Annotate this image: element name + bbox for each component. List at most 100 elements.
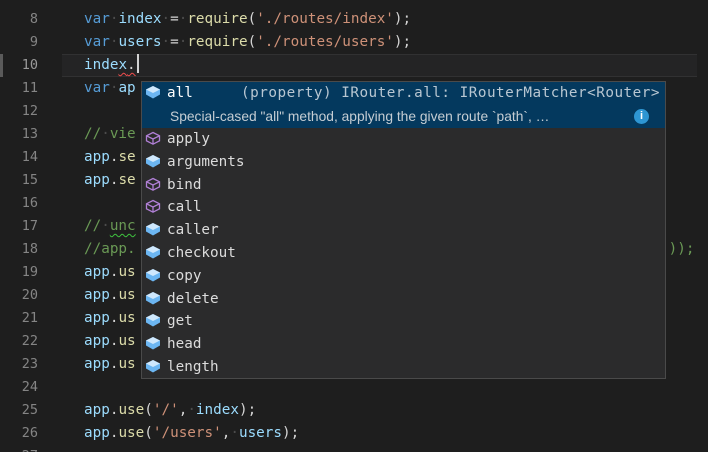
line-number[interactable]: 20 — [0, 284, 62, 307]
code-token: index — [118, 11, 161, 27]
line-number[interactable]: 23 — [0, 353, 62, 376]
field-icon — [145, 291, 161, 307]
code-token: // — [84, 126, 101, 142]
suggestion-doc-row: Special-cased "all" method, applying the… — [142, 105, 665, 128]
line-number[interactable]: 13 — [0, 123, 62, 146]
code-line-content: app.use('/',·index); — [84, 399, 708, 422]
line-number[interactable]: 27 — [0, 445, 62, 452]
code-token: use — [118, 402, 144, 418]
code-token: ); — [394, 11, 411, 27]
line-number[interactable]: 11 — [0, 77, 62, 100]
suggestion-item-apply[interactable]: apply — [142, 128, 665, 151]
code-line-8[interactable]: 8 var·index·=·require('./routes/index'); — [0, 8, 708, 31]
line-number[interactable]: 8 — [0, 8, 62, 31]
code-token: //app. — [84, 241, 136, 257]
code-token: = — [170, 11, 179, 27]
code-token: index — [196, 402, 239, 418]
code-token: ( — [144, 425, 153, 441]
suggestion-item-head[interactable]: head — [142, 333, 665, 356]
suggestion-selected[interactable]: all (property) IRouter.all: IRouterMatch… — [142, 82, 665, 128]
code-token: ( — [248, 34, 257, 50]
code-token: ( — [248, 11, 257, 27]
code-line-26[interactable]: 26 app.use('/users',·users); — [0, 422, 708, 445]
suggestion-label: all — [167, 85, 193, 101]
code-line-24[interactable]: 24 — [0, 376, 708, 399]
code-token: · — [230, 425, 239, 441]
code-token: app — [84, 287, 110, 303]
line-number[interactable]: 7 — [0, 0, 62, 8]
info-icon[interactable]: i — [634, 109, 649, 124]
suggestion-item-arguments[interactable]: arguments — [142, 150, 665, 173]
suggestion-item-caller[interactable]: caller — [142, 219, 665, 242]
code-token: ap — [118, 80, 135, 96]
code-token: var — [84, 34, 110, 50]
code-token: ); — [239, 402, 256, 418]
suggestion-selected-row[interactable]: all (property) IRouter.all: IRouterMatch… — [142, 82, 665, 105]
code-token: x — [118, 57, 127, 73]
code-token: se — [118, 149, 135, 165]
code-token: inde — [84, 57, 118, 73]
code-line-content: index. — [84, 54, 708, 77]
line-number[interactable]: 10 — [0, 54, 62, 77]
line-number[interactable]: 25 — [0, 399, 62, 422]
suggestion-item-label: arguments — [167, 154, 244, 170]
code-token: )); — [669, 241, 695, 257]
line-number[interactable]: 19 — [0, 261, 62, 284]
suggestion-item-get[interactable]: get — [142, 310, 665, 333]
line-number[interactable]: 16 — [0, 192, 62, 215]
code-line-10[interactable]: 10 index. — [0, 54, 708, 77]
code-line-content: var·index·=·require('./routes/index'); — [84, 8, 708, 31]
suggestion-item-call[interactable]: call — [142, 196, 665, 219]
code-token: · — [101, 218, 110, 234]
suggestion-item-delete[interactable]: delete — [142, 287, 665, 310]
suggestion-item-bind[interactable]: bind — [142, 173, 665, 196]
code-token: ); — [394, 34, 411, 50]
field-icon — [145, 85, 161, 101]
line-number[interactable]: 22 — [0, 330, 62, 353]
code-token: = — [170, 34, 179, 50]
line-number[interactable]: 26 — [0, 422, 62, 445]
code-token: vie — [110, 126, 136, 142]
line-number[interactable]: 17 — [0, 215, 62, 238]
code-token: '/users' — [153, 425, 222, 441]
code-token: var — [84, 11, 110, 27]
suggestion-item-length[interactable]: length — [142, 356, 665, 379]
code-line-9[interactable]: 9var·users·=·require('./routes/users'); — [0, 31, 708, 54]
code-token: · — [187, 402, 196, 418]
code-token: · — [161, 34, 170, 50]
code-token: us — [118, 356, 135, 372]
code-line-27[interactable]: 27 — [0, 445, 708, 452]
code-line-25[interactable]: 25 app.use('/',·index); — [0, 399, 708, 422]
code-line-content: var·users·=·require('./routes/users'); — [84, 31, 708, 54]
code-line-7[interactable]: 7 — [0, 0, 708, 8]
suggestion-doc: Special-cased "all" method, applying the… — [170, 109, 549, 124]
suggestion-item-label: length — [167, 359, 219, 375]
field-icon — [145, 154, 161, 170]
field-icon — [145, 268, 161, 284]
code-token: ); — [282, 425, 299, 441]
suggestion-item-copy[interactable]: copy — [142, 264, 665, 287]
line-number[interactable]: 15 — [0, 169, 62, 192]
suggestion-item-checkout[interactable]: checkout — [142, 242, 665, 265]
code-token: us — [118, 264, 135, 280]
field-icon — [145, 222, 161, 238]
line-number[interactable]: 14 — [0, 146, 62, 169]
line-number[interactable]: 12 — [0, 100, 62, 123]
line-number[interactable]: 24 — [0, 376, 62, 399]
code-token: · — [101, 126, 110, 142]
code-token: './routes/users' — [256, 34, 394, 50]
code-token: app — [84, 310, 110, 326]
code-token: require — [187, 11, 247, 27]
suggestion-item-label: copy — [167, 268, 201, 284]
line-number[interactable]: 9 — [0, 31, 62, 54]
line-number[interactable]: 21 — [0, 307, 62, 330]
code-token: users — [118, 34, 161, 50]
code-token: ( — [144, 402, 153, 418]
code-line-content: app.use('/users',·users); — [84, 422, 708, 445]
suggestion-item-label: apply — [167, 131, 210, 147]
field-icon — [145, 245, 161, 261]
suggestion-detail: (property) IRouter.all: IRouterMatcher<R… — [241, 85, 660, 101]
code-line-content — [84, 376, 708, 399]
code-token: app — [84, 172, 110, 188]
line-number[interactable]: 18 — [0, 238, 62, 261]
